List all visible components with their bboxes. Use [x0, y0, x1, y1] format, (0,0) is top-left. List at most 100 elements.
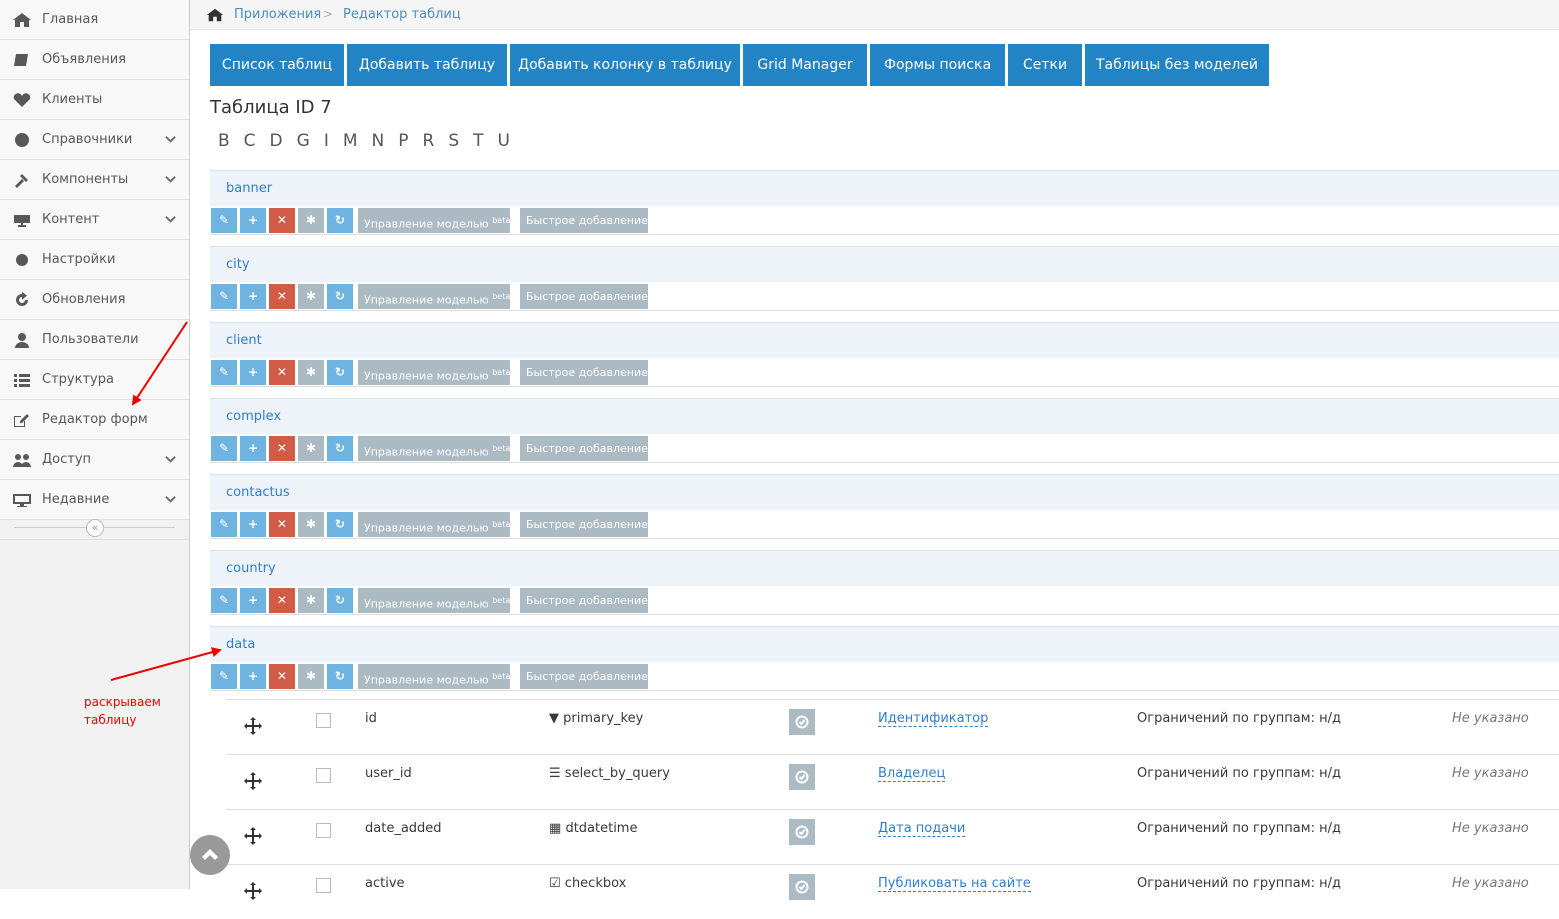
model-management-dropdown[interactable]: Управление моделью beta▾ [358, 588, 516, 613]
row-checkbox[interactable] [316, 713, 331, 728]
column-title-link[interactable]: Дата подачи [878, 821, 966, 837]
table-name-link[interactable]: client [226, 333, 262, 348]
edit-table-button[interactable]: ✎ [211, 436, 237, 461]
column-title-link[interactable]: Идентификатор [878, 711, 989, 727]
edit-table-button[interactable]: ✎ [211, 360, 237, 385]
move-icon[interactable] [244, 827, 262, 845]
asterisk-button[interactable]: ✱ [298, 436, 324, 461]
column-title-link[interactable]: Владелец [878, 766, 946, 782]
letter-filter-item[interactable]: I [324, 131, 329, 151]
add-column-button[interactable]: + [240, 664, 266, 689]
sidebar-item-2[interactable]: Клиенты [0, 80, 189, 120]
letter-filter-item[interactable]: M [343, 131, 358, 151]
add-column-button[interactable]: + [240, 588, 266, 613]
refresh-table-button[interactable]: ↻ [327, 284, 353, 309]
search-forms-button[interactable]: Формы поиска [870, 44, 1005, 86]
sidebar-item-10[interactable]: Редактор форм [0, 400, 189, 440]
refresh-table-button[interactable]: ↻ [327, 436, 353, 461]
delete-table-button[interactable]: ✕ [269, 664, 295, 689]
breadcrumb-link-table-editor[interactable]: Редактор таблиц [343, 7, 461, 22]
quick-add-dropdown[interactable]: Быстрое добавление▾ [520, 436, 653, 461]
add-column-button[interactable]: + [240, 512, 266, 537]
quick-add-dropdown[interactable]: Быстрое добавление▾ [520, 512, 653, 537]
grid-manager-button[interactable]: Grid Manager [743, 44, 867, 86]
sidebar-item-1[interactable]: Объявления [0, 40, 189, 80]
row-checkbox[interactable] [316, 768, 331, 783]
column-title-link[interactable]: Публиковать на сайте [878, 876, 1031, 892]
move-icon[interactable] [244, 882, 262, 900]
model-management-dropdown[interactable]: Управление моделью beta▾ [358, 284, 516, 309]
add-column-button[interactable]: + [240, 436, 266, 461]
table-name-link[interactable]: country [226, 561, 276, 576]
breadcrumb-link-apps[interactable]: Приложения [234, 7, 321, 22]
letter-filter-item[interactable]: C [244, 131, 256, 151]
edit-table-button[interactable]: ✎ [211, 208, 237, 233]
table-name-link[interactable]: city [226, 257, 250, 272]
add-column-button[interactable]: + [240, 284, 266, 309]
asterisk-button[interactable]: ✱ [298, 588, 324, 613]
home-icon[interactable] [206, 7, 224, 23]
model-management-dropdown[interactable]: Управление моделью beta▾ [358, 208, 516, 233]
status-button[interactable] [789, 764, 815, 790]
tables-without-models-button[interactable]: Таблицы без моделей [1085, 44, 1269, 86]
letter-filter-item[interactable]: R [423, 131, 435, 151]
table-name-link[interactable]: data [226, 637, 255, 652]
collapse-sidebar-button[interactable]: « [86, 519, 104, 537]
sidebar-item-8[interactable]: Пользователи [0, 320, 189, 360]
table-name-link[interactable]: banner [226, 181, 272, 196]
status-button[interactable] [789, 819, 815, 845]
edit-table-button[interactable]: ✎ [211, 512, 237, 537]
quick-add-dropdown[interactable]: Быстрое добавление▾ [520, 588, 653, 613]
model-management-dropdown[interactable]: Управление моделью beta▾ [358, 512, 516, 537]
asterisk-button[interactable]: ✱ [298, 664, 324, 689]
sidebar-item-7[interactable]: Обновления [0, 280, 189, 320]
sidebar-item-9[interactable]: Структура [0, 360, 189, 400]
letter-filter-item[interactable]: G [297, 131, 310, 151]
delete-table-button[interactable]: ✕ [269, 436, 295, 461]
table-name-link[interactable]: contactus [226, 485, 290, 500]
model-management-dropdown[interactable]: Управление моделью beta▾ [358, 664, 516, 689]
letter-filter-item[interactable]: D [270, 131, 283, 151]
letter-filter-item[interactable]: U [498, 131, 510, 151]
letter-filter-item[interactable]: P [398, 131, 408, 151]
quick-add-dropdown[interactable]: Быстрое добавление▾ [520, 664, 653, 689]
add-table-button[interactable]: Добавить таблицу [347, 44, 507, 86]
sidebar-item-0[interactable]: Главная [0, 0, 189, 40]
quick-add-dropdown[interactable]: Быстрое добавление▾ [520, 284, 653, 309]
quick-add-dropdown[interactable]: Быстрое добавление▾ [520, 208, 653, 233]
row-checkbox[interactable] [316, 878, 331, 893]
edit-table-button[interactable]: ✎ [211, 664, 237, 689]
refresh-table-button[interactable]: ↻ [327, 360, 353, 385]
add-column-button[interactable]: + [240, 360, 266, 385]
scroll-up-button[interactable] [190, 835, 230, 875]
refresh-table-button[interactable]: ↻ [327, 588, 353, 613]
delete-table-button[interactable]: ✕ [269, 284, 295, 309]
asterisk-button[interactable]: ✱ [298, 512, 324, 537]
letter-filter-item[interactable]: N [372, 131, 385, 151]
quick-add-dropdown[interactable]: Быстрое добавление▾ [520, 360, 653, 385]
delete-table-button[interactable]: ✕ [269, 208, 295, 233]
refresh-table-button[interactable]: ↻ [327, 664, 353, 689]
add-column-button[interactable]: + [240, 208, 266, 233]
delete-table-button[interactable]: ✕ [269, 360, 295, 385]
add-column-button[interactable]: Добавить колонку в таблицу [510, 44, 740, 86]
table-name-link[interactable]: complex [226, 409, 281, 424]
refresh-table-button[interactable]: ↻ [327, 208, 353, 233]
model-management-dropdown[interactable]: Управление моделью beta▾ [358, 436, 516, 461]
tables-list-button[interactable]: Список таблиц [210, 44, 344, 86]
letter-filter-item[interactable]: B [218, 131, 230, 151]
delete-table-button[interactable]: ✕ [269, 588, 295, 613]
asterisk-button[interactable]: ✱ [298, 284, 324, 309]
sidebar-item-5[interactable]: Контент [0, 200, 189, 240]
refresh-table-button[interactable]: ↻ [327, 512, 353, 537]
sidebar-item-11[interactable]: Доступ [0, 440, 189, 480]
letter-filter-item[interactable]: S [448, 131, 459, 151]
status-button[interactable] [789, 874, 815, 900]
move-icon[interactable] [244, 717, 262, 735]
asterisk-button[interactable]: ✱ [298, 208, 324, 233]
sidebar-item-6[interactable]: Настройки [0, 240, 189, 280]
edit-table-button[interactable]: ✎ [211, 284, 237, 309]
model-management-dropdown[interactable]: Управление моделью beta▾ [358, 360, 516, 385]
move-icon[interactable] [244, 772, 262, 790]
letter-filter-item[interactable]: T [473, 131, 483, 151]
